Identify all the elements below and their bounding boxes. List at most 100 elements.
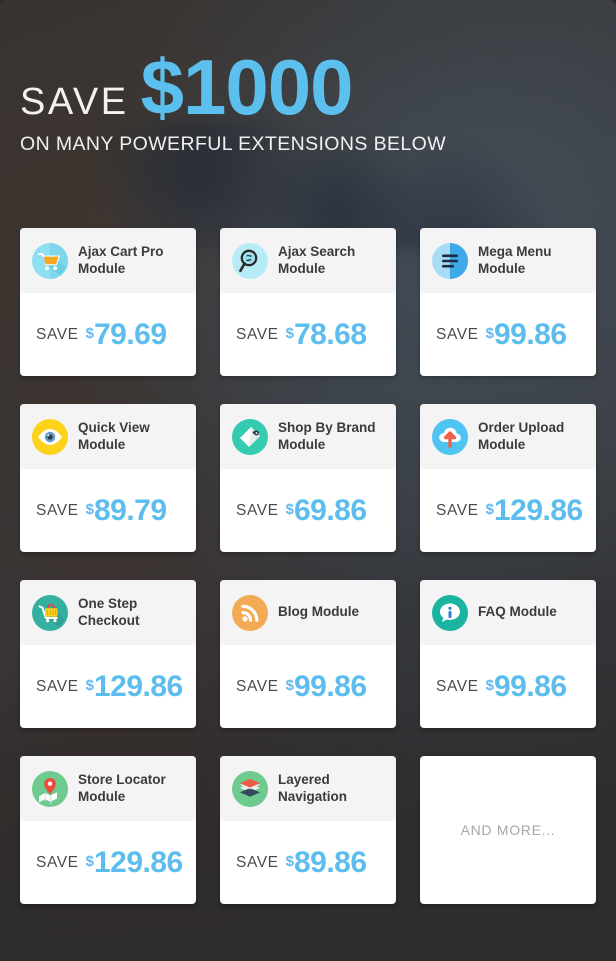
currency-symbol: $ [85,324,94,342]
price: $79.69 [85,317,167,351]
save-label: SAVE [236,677,279,695]
card-price-row: SAVE $129.86 [420,469,596,552]
card-title: Quick View Module [78,419,150,452]
promo-banner: SAVE $1000 ON MANY POWERFUL EXTENSIONS B… [0,0,616,961]
save-label: SAVE [236,325,279,343]
layers-stack-icon [232,770,268,807]
card-price-row: SAVE $129.86 [20,645,196,728]
extension-card[interactable]: Shop By Brand Module SAVE $69.86 [220,404,396,552]
card-price-row: SAVE $69.86 [220,469,396,552]
card-title: Shop By Brand Module [278,419,376,452]
extension-card[interactable]: Ajax Cart Pro Module SAVE $79.69 [20,228,196,376]
card-title: Order Upload Module [478,419,565,452]
price: $129.86 [485,493,584,527]
card-title: One Step Checkout [78,595,140,628]
map-pin-icon [32,770,68,807]
save-label: SAVE [436,325,479,343]
price: $99.86 [285,669,367,703]
price-value: 99.86 [293,669,367,703]
extension-card[interactable]: Blog Module SAVE $99.86 [220,580,396,728]
extension-card-grid: Ajax Cart Pro Module SAVE $79.69 Ajax Sear… [20,228,596,904]
price-value: 89.86 [293,845,367,879]
cloud-upload-icon [432,418,468,455]
save-label: SAVE [36,853,79,871]
hero-save-word: SAVE [20,81,129,123]
currency-symbol: $ [85,500,94,518]
save-label: SAVE [436,677,479,695]
card-price-row: SAVE $89.79 [20,469,196,552]
save-label: SAVE [36,325,79,343]
price-value: 129.86 [93,669,183,703]
card-header: Ajax Cart Pro Module [20,228,196,293]
price-tag-icon [232,418,268,455]
card-title: Mega Menu Module [478,243,552,276]
rss-feed-icon [232,594,268,631]
price-value: 79.69 [93,317,167,351]
card-price-row: SAVE $89.86 [220,821,396,904]
price: $129.86 [85,669,184,703]
card-price-row: SAVE $79.69 [20,293,196,376]
extension-card[interactable]: One Step Checkout SAVE $129.86 [20,580,196,728]
price: $78.68 [285,317,367,351]
save-label: SAVE [236,853,279,871]
and-more-card[interactable]: AND MORE... [420,756,596,904]
price-value: 129.86 [493,493,583,527]
price-value: 99.86 [493,317,567,351]
price-value: 129.86 [93,845,183,879]
currency-symbol: $ [285,852,294,870]
extension-card[interactable]: Mega Menu Module SAVE $99.86 [420,228,596,376]
magnifier-search-icon [232,242,268,279]
save-label: SAVE [36,501,79,519]
price: $129.86 [85,845,184,879]
card-header: Shop By Brand Module [220,404,396,469]
card-header: Order Upload Module [420,404,596,469]
price-value: 69.86 [293,493,367,527]
card-header: Mega Menu Module [420,228,596,293]
save-label: SAVE [236,501,279,519]
card-price-row: SAVE $99.86 [420,293,596,376]
card-header: Quick View Module [20,404,196,469]
card-title: Store Locator Module [78,771,166,804]
card-price-row: SAVE $99.86 [220,645,396,728]
card-header: Store Locator Module [20,756,196,821]
extension-card[interactable]: Quick View Module SAVE $89.79 [20,404,196,552]
card-header: Layered Navigation [220,756,396,821]
hero-amount: $1000 [140,43,354,131]
price-value: 78.68 [293,317,367,351]
price: $89.79 [85,493,167,527]
info-bubble-icon [432,594,468,631]
extension-card[interactable]: Ajax Search Module SAVE $78.68 [220,228,396,376]
extension-card[interactable]: FAQ Module SAVE $99.86 [420,580,596,728]
currency-symbol: $ [285,676,294,694]
currency-symbol: $ [85,676,94,694]
price: $99.86 [486,317,567,351]
card-header: FAQ Module [420,580,596,645]
hero-subtitle: ON MANY POWERFUL EXTENSIONS BELOW [20,132,447,155]
card-title: FAQ Module [478,604,557,620]
currency-symbol: $ [285,324,294,342]
extension-card[interactable]: Order Upload Module SAVE $129.86 [420,404,596,552]
card-header: One Step Checkout [20,580,196,645]
eye-icon [32,418,68,455]
extension-card[interactable]: Store Locator Module SAVE $129.86 [20,756,196,904]
hero-header: SAVE $1000 ON MANY POWERFUL EXTENSIONS B… [20,43,447,156]
card-price-row: SAVE $129.86 [20,821,196,904]
currency-symbol: $ [485,676,494,694]
price: $89.86 [285,845,367,879]
currency-symbol: $ [485,500,494,518]
card-title: Layered Navigation [278,771,348,804]
shopping-basket-icon [32,594,68,631]
hero-headline: SAVE $1000 [20,43,446,131]
card-header: Blog Module [220,580,396,645]
price-value: 89.79 [93,493,167,527]
card-title: Ajax Search Module [278,243,356,276]
price: $69.86 [286,493,367,527]
card-price-row: SAVE $99.86 [420,645,596,728]
price: $99.86 [485,669,567,703]
card-price-row: SAVE $78.68 [220,293,396,376]
currency-symbol: $ [85,852,94,870]
extension-card[interactable]: Layered Navigation SAVE $89.86 [220,756,396,904]
price-value: 99.86 [493,669,567,703]
save-label: SAVE [36,677,79,695]
menu-lines-icon [432,242,468,279]
